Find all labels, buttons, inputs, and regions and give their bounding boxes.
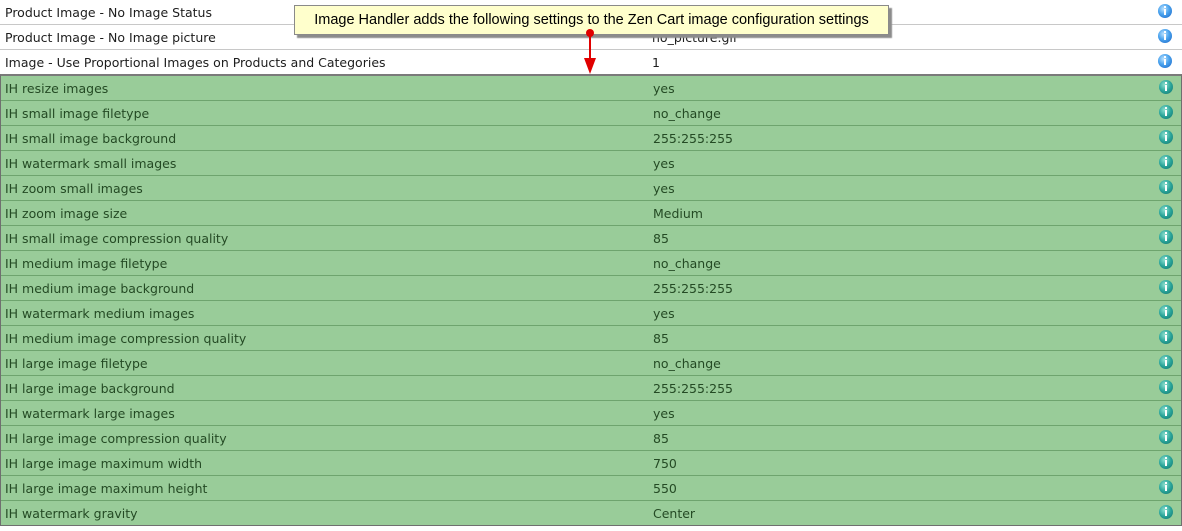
setting-row[interactable]: IH medium image filetype no_change [1,251,1181,276]
setting-value: no_change [653,256,721,271]
info-icon[interactable] [1158,54,1172,68]
info-icon[interactable] [1158,4,1172,18]
info-icon[interactable] [1159,455,1173,469]
setting-row[interactable]: IH large image filetype no_change [1,351,1181,376]
setting-value: no_change [653,106,721,121]
setting-row[interactable]: IH large image maximum width 750 [1,451,1181,476]
setting-value: 255:255:255 [653,381,733,396]
setting-name: Product Image - No Image Status [5,5,212,20]
info-icon[interactable] [1158,29,1172,43]
setting-row[interactable]: IH zoom small images yes [1,176,1181,201]
info-icon[interactable] [1159,330,1173,344]
setting-row[interactable]: IH small image compression quality 85 [1,226,1181,251]
setting-name: IH medium image filetype [5,256,168,271]
setting-value: Medium [653,206,703,221]
setting-value: 85 [653,431,669,446]
setting-value: 1 [652,55,660,70]
setting-name: IH watermark gravity [5,506,138,521]
setting-name: IH small image background [5,131,177,146]
setting-value: 550 [653,481,677,496]
setting-row[interactable]: IH large image compression quality 85 [1,426,1181,451]
setting-name: IH large image filetype [5,356,148,371]
setting-value: yes [653,81,675,96]
setting-row[interactable]: IH small image filetype no_change [1,101,1181,126]
setting-value: yes [653,156,675,171]
setting-name: IH large image maximum width [5,456,203,471]
setting-value: 85 [653,231,669,246]
setting-name: IH large image compression quality [5,431,227,446]
info-icon[interactable] [1159,430,1173,444]
annotation-arrow-head [584,58,596,74]
setting-value: 85 [653,331,669,346]
setting-row[interactable]: IH zoom image size Medium [1,201,1181,226]
setting-name: IH small image filetype [5,106,150,121]
setting-name: IH large image background [5,381,175,396]
setting-name: IH medium image compression quality [5,331,247,346]
setting-row[interactable]: IH large image maximum height 550 [1,476,1181,501]
setting-row[interactable]: IH watermark gravity Center [1,501,1181,525]
setting-name: IH resize images [5,81,109,96]
setting-name: IH watermark large images [5,406,175,421]
info-icon[interactable] [1159,155,1173,169]
setting-name: IH small image compression quality [5,231,229,246]
setting-name: IH large image maximum height [5,481,208,496]
setting-value: 750 [653,456,677,471]
info-icon[interactable] [1159,230,1173,244]
info-icon[interactable] [1159,505,1173,519]
info-icon[interactable] [1159,405,1173,419]
setting-value: yes [653,406,675,421]
setting-row[interactable]: IH small image background 255:255:255 [1,126,1181,151]
info-icon[interactable] [1159,130,1173,144]
info-icon[interactable] [1159,80,1173,94]
setting-value: no_change [653,356,721,371]
setting-value: Center [653,506,696,521]
setting-value: 255:255:255 [653,131,733,146]
setting-name: IH zoom image size [5,206,128,221]
setting-row[interactable]: IH watermark large images yes [1,401,1181,426]
info-icon[interactable] [1159,280,1173,294]
setting-row[interactable]: IH resize images yes [1,76,1181,101]
info-icon[interactable] [1159,180,1173,194]
setting-row[interactable]: IH medium image background 255:255:255 [1,276,1181,301]
setting-row[interactable]: IH watermark small images yes [1,151,1181,176]
setting-name: Image - Use Proportional Images on Produ… [5,55,386,70]
setting-row[interactable]: IH watermark medium images yes [1,301,1181,326]
setting-name: IH zoom small images [5,181,143,196]
setting-value: 255:255:255 [653,281,733,296]
setting-row[interactable]: IH medium image compression quality 85 [1,326,1181,351]
setting-name: Product Image - No Image picture [5,30,216,45]
setting-row[interactable]: IH large image background 255:255:255 [1,376,1181,401]
info-icon[interactable] [1159,205,1173,219]
info-icon[interactable] [1159,255,1173,269]
setting-value: yes [653,306,675,321]
info-icon[interactable] [1159,305,1173,319]
annotation-arrow-line [589,35,591,59]
setting-value: yes [653,181,675,196]
info-icon[interactable] [1159,355,1173,369]
info-icon[interactable] [1159,380,1173,394]
info-icon[interactable] [1159,105,1173,119]
setting-name: IH watermark small images [5,156,177,171]
setting-name: IH watermark medium images [5,306,195,321]
setting-name: IH medium image background [5,281,195,296]
info-icon[interactable] [1159,480,1173,494]
image-handler-settings: IH resize images yes IH small image filety… [0,74,1182,526]
